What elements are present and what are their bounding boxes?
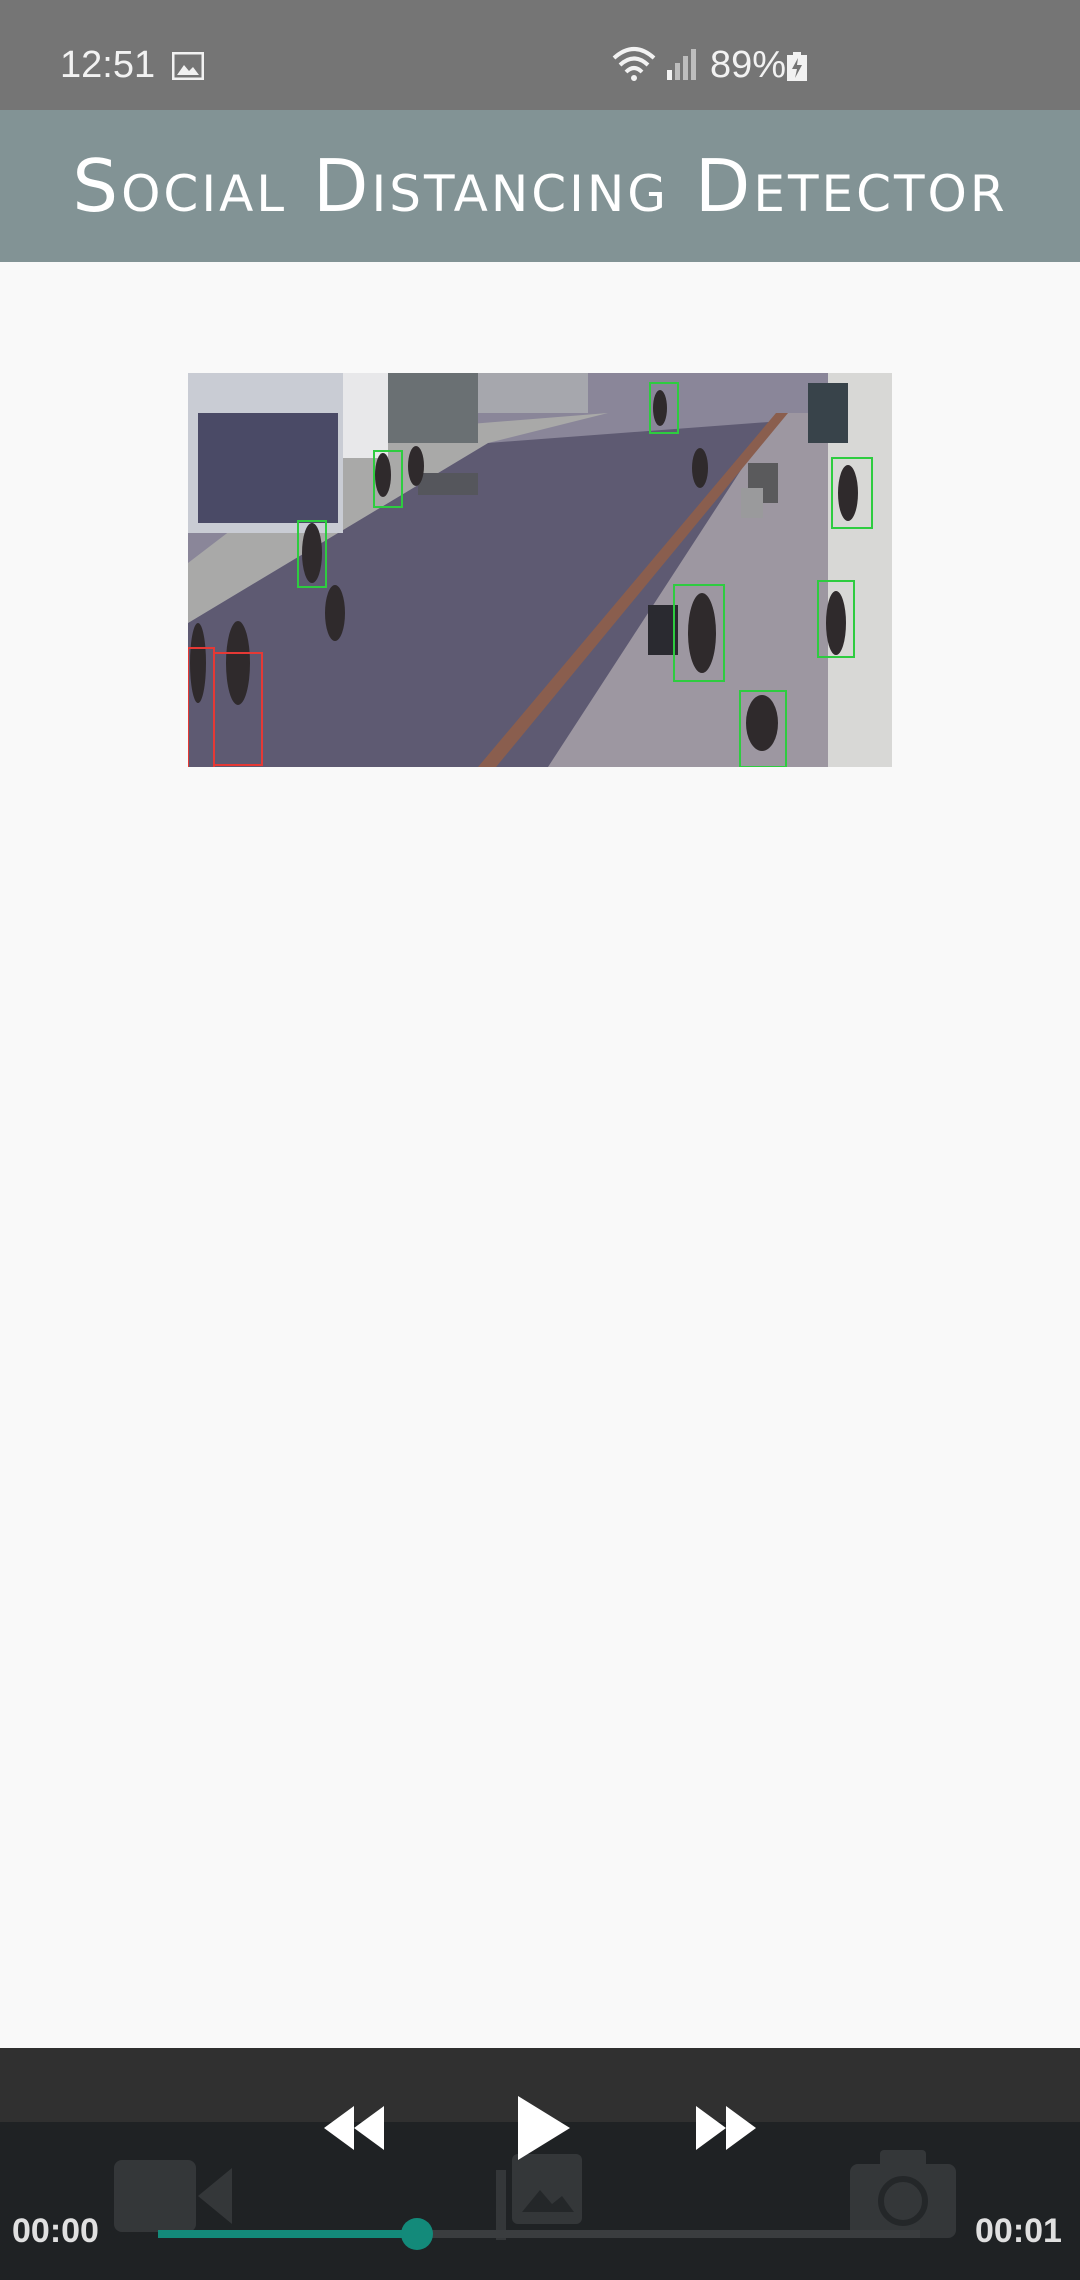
rewind-button[interactable] [314, 2088, 394, 2168]
rewind-icon [324, 2106, 384, 2150]
seek-progress [158, 2230, 417, 2238]
video-camera-icon [114, 2160, 232, 2232]
signal-icon [667, 49, 696, 80]
current-time: 00:00 [12, 2212, 99, 2250]
fast-forward-button[interactable] [686, 2088, 766, 2168]
status-bar: 12:51 89% [0, 0, 1080, 110]
wifi-icon [612, 47, 656, 81]
camera-icon [850, 2150, 956, 2238]
app-bar: Social Distancing Detector [0, 110, 1080, 262]
app-title: Social Distancing Detector [72, 144, 1008, 228]
status-time: 12:51 [60, 44, 156, 86]
play-button[interactable] [500, 2088, 580, 2168]
detection-video-frame [188, 373, 892, 767]
seek-thumb[interactable] [401, 2218, 433, 2250]
fast-forward-icon [696, 2106, 756, 2150]
play-icon [518, 2096, 570, 2160]
battery-percentage: 89% [710, 44, 787, 86]
image-icon [172, 52, 204, 80]
total-time: 00:01 [975, 2212, 1062, 2250]
battery-charging-icon [787, 52, 807, 81]
